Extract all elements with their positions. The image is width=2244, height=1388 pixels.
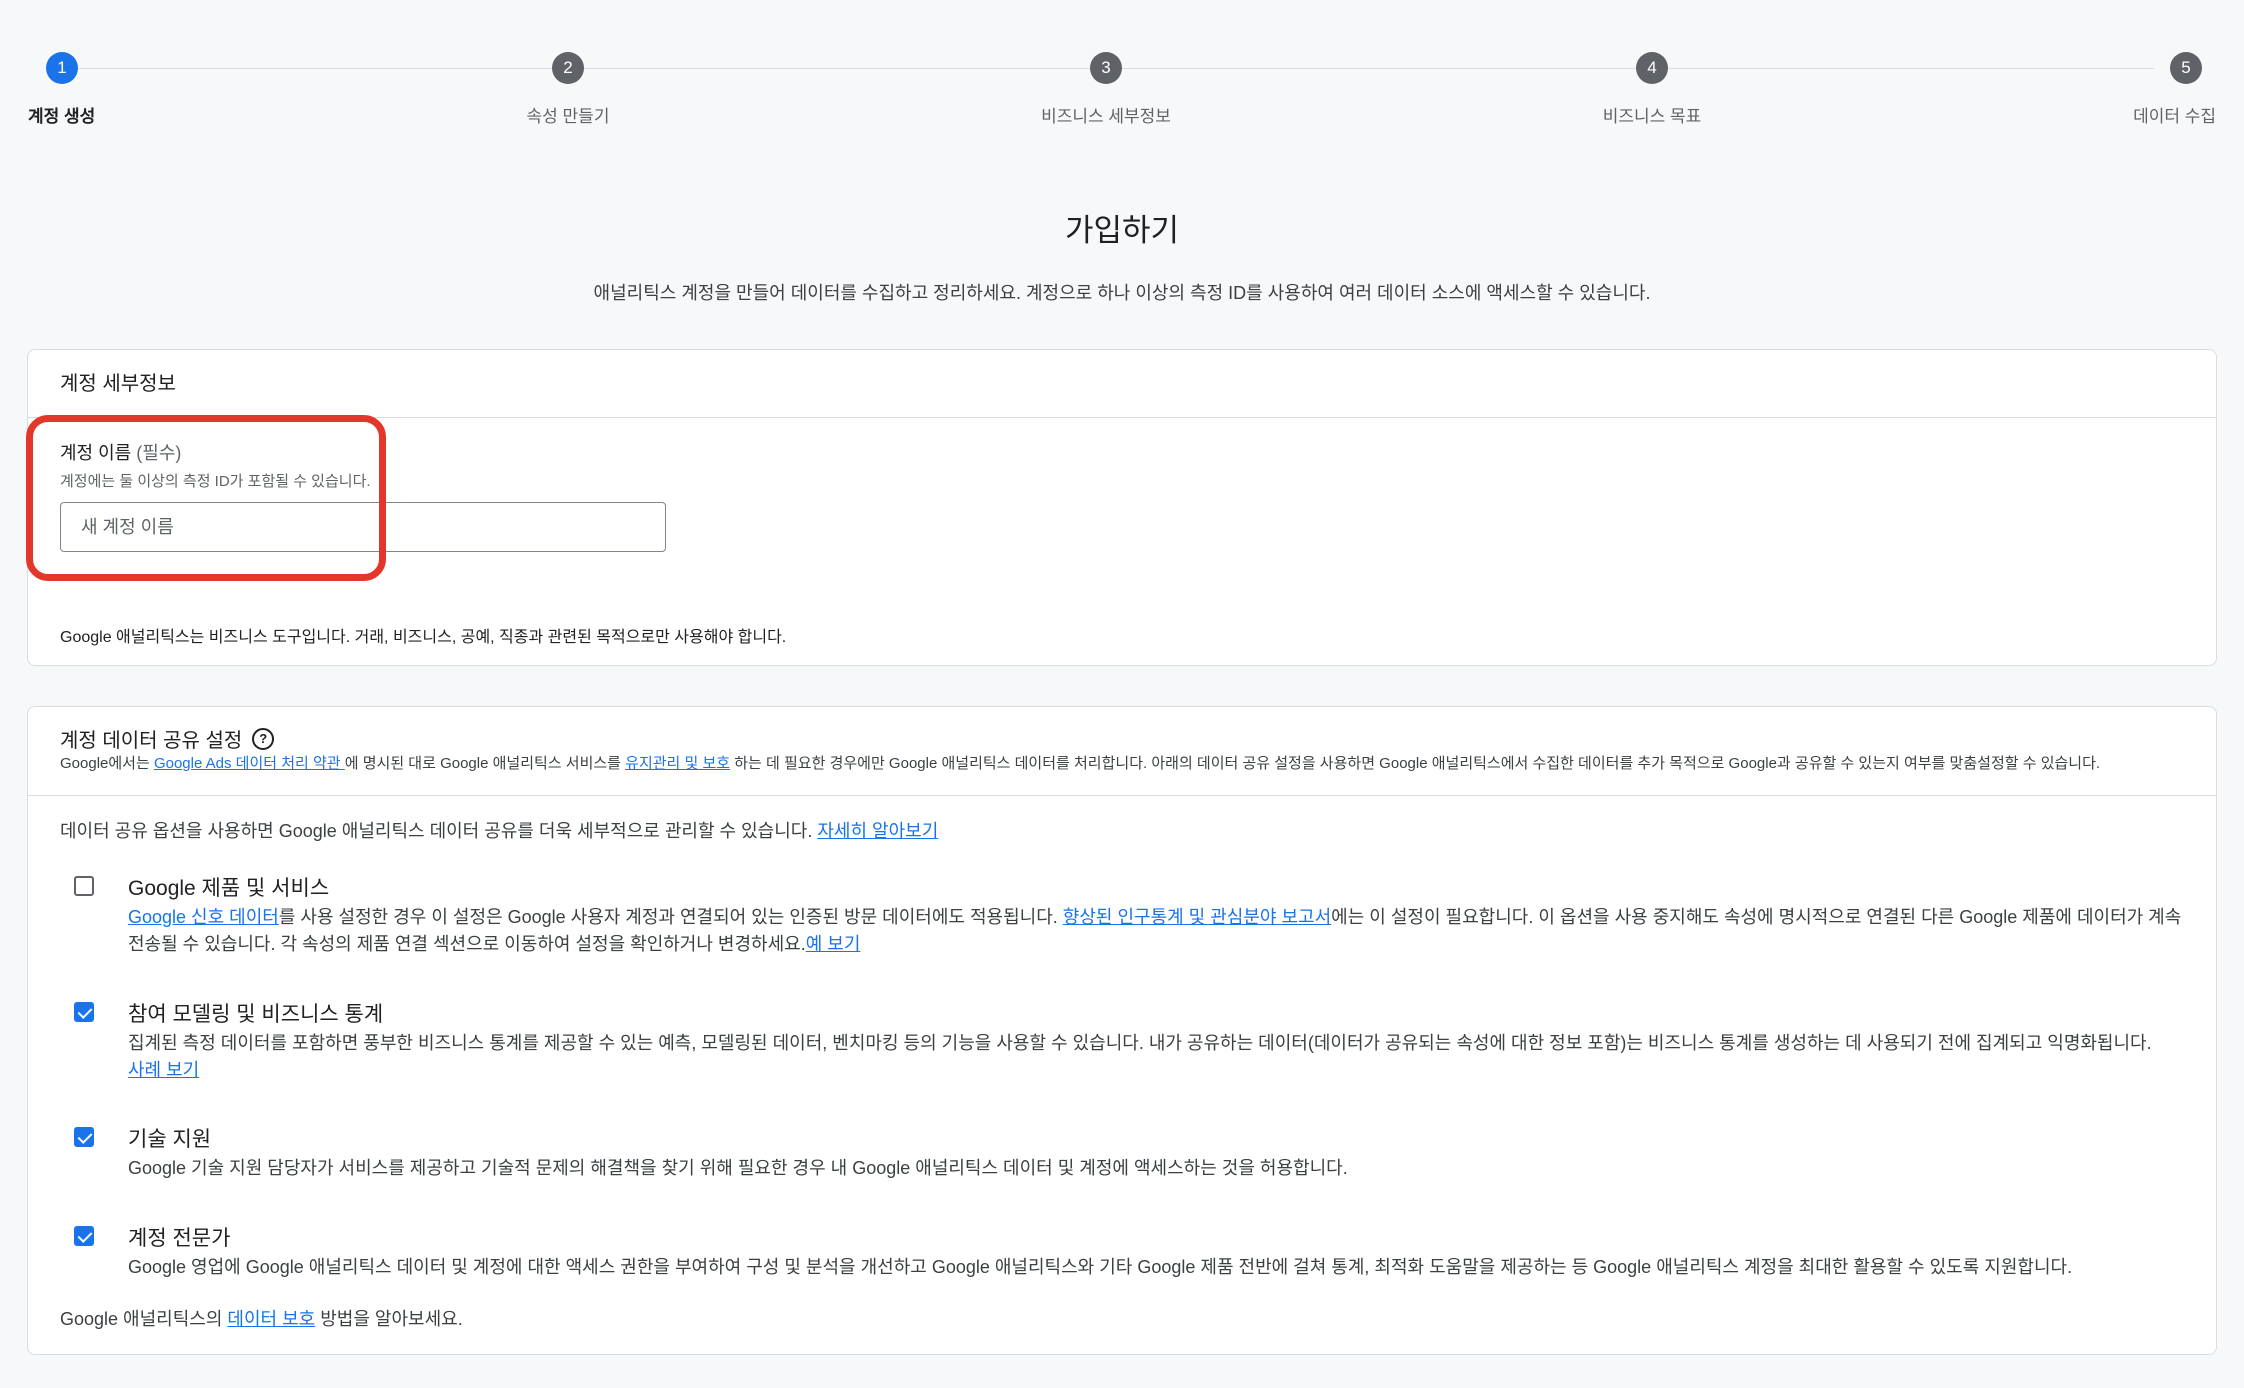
step-business-details[interactable]: 3 비즈니스 세부정보 <box>986 52 1226 127</box>
account-specialists-checkbox[interactable] <box>74 1226 94 1246</box>
option-title: Google 제품 및 서비스 <box>128 877 330 900</box>
data-protection-footer: Google 애널리틱스의 데이터 보호 방법을 알아보세요. <box>60 1305 463 1331</box>
option-title: 계정 전문가 <box>128 1227 231 1250</box>
data-sharing-description: Google에서는 Google Ads 데이터 처리 약관 에 명시된 대로 … <box>60 752 2200 773</box>
learn-more-link[interactable]: 자세히 알아보기 <box>817 821 938 841</box>
see-example-link[interactable]: 예 보기 <box>806 934 861 954</box>
desc-text: Google에서는 <box>60 755 154 772</box>
step-business-objectives[interactable]: 4 비즈니스 목표 <box>1532 52 1772 127</box>
account-name-label-text: 계정 이름 <box>60 443 132 463</box>
account-name-label: 계정 이름 (필수) <box>60 439 181 465</box>
data-sharing-title: 계정 데이터 공유 설정 <box>60 730 243 752</box>
desc-text: 집계된 측정 데이터를 포함하면 풍부한 비즈니스 통계를 제공할 수 있는 예… <box>128 1033 2152 1053</box>
technical-support-checkbox[interactable] <box>74 1127 94 1147</box>
google-signals-link[interactable]: Google 신호 데이터 <box>128 907 279 927</box>
account-details-card: 계정 세부정보 계정 이름 (필수) 계정에는 둘 이상의 측정 ID가 포함될… <box>26 349 2217 666</box>
step-label: 데이터 수집 <box>2133 107 2216 126</box>
desc-text: 에 명시된 대로 Google 애널리틱스 서비스를 <box>344 755 626 772</box>
data-sharing-card: 계정 데이터 공유 설정 ? Google에서는 Google Ads 데이터 … <box>27 706 2217 1355</box>
intro-text: 데이터 공유 옵션을 사용하면 Google 애널리틱스 데이터 공유를 더욱 … <box>60 821 818 841</box>
step-label: 비즈니스 목표 <box>1602 107 1702 126</box>
step-create-property[interactable]: 2 속성 만들기 <box>448 52 688 127</box>
account-name-hint: 계정에는 둘 이상의 측정 ID가 포함될 수 있습니다. <box>60 473 371 490</box>
desc-text: 를 사용 설정한 경우 이 설정은 Google 사용자 계정과 연결되어 있는… <box>278 907 1063 927</box>
step-create-account[interactable]: 1 계정 생성 <box>28 52 95 127</box>
option-description: Google 기술 지원 담당자가 서비스를 제공하고 기술적 문제의 해결책을… <box>128 1158 1348 1178</box>
modeling-insights-checkbox[interactable] <box>74 1002 94 1022</box>
step-data-collection[interactable]: 5 데이터 수집 <box>2133 52 2216 127</box>
step-number: 3 <box>1090 52 1122 84</box>
page-title: 가입하기 <box>1064 213 1180 248</box>
setup-stepper: 1 계정 생성 2 속성 만들기 3 비즈니스 세부정보 4 비즈니스 목표 5… <box>0 0 2244 140</box>
option-title: 참여 모델링 및 비즈니스 통계 <box>128 1003 384 1026</box>
data-protection-link[interactable]: 데이터 보호 <box>227 1309 315 1329</box>
data-sharing-intro: 데이터 공유 옵션을 사용하면 Google 애널리틱스 데이터 공유를 더욱 … <box>60 817 938 843</box>
option-description: Google 영업에 Google 애널리틱스 데이터 및 계정에 대한 액세스… <box>128 1257 2073 1277</box>
account-details-title: 계정 세부정보 <box>60 373 176 395</box>
business-use-note: Google 애널리틱스는 비즈니스 도구입니다. 거래, 비즈니스, 공예, … <box>60 629 787 646</box>
step-label: 비즈니스 세부정보 <box>1041 107 1171 126</box>
step-number: 5 <box>2170 52 2202 84</box>
google-products-checkbox[interactable] <box>74 876 94 896</box>
step-number: 4 <box>1636 52 1668 84</box>
option-description: Google 신호 데이터를 사용 설정한 경우 이 설정은 Google 사용… <box>128 904 2194 958</box>
required-indicator: (필수) <box>136 443 182 463</box>
maintain-protect-link[interactable]: 유지관리 및 보호 <box>625 755 730 772</box>
data-sharing-title-row: 계정 데이터 공유 설정 ? <box>60 724 275 753</box>
see-cases-link[interactable]: 사례 보기 <box>128 1060 199 1080</box>
card-header: 계정 세부정보 <box>28 350 2216 418</box>
footer-text: 방법을 알아보세요. <box>315 1309 463 1329</box>
enhanced-demographics-link[interactable]: 향상된 인구통계 및 관심분야 보고서 <box>1063 907 1331 927</box>
card-header: 계정 데이터 공유 설정 ? Google에서는 Google Ads 데이터 … <box>28 707 2216 796</box>
desc-text: 하는 데 필요한 경우에만 Google 애널리틱스 데이터를 처리합니다. 아… <box>730 755 2101 772</box>
ads-data-terms-link[interactable]: Google Ads 데이터 처리 약관 <box>154 755 345 772</box>
page-description: 애널리틱스 계정을 만들어 데이터를 수집하고 정리하세요. 계정으로 하나 이… <box>593 283 1651 303</box>
option-title: 기술 지원 <box>128 1128 212 1151</box>
step-number: 1 <box>46 52 78 84</box>
help-icon[interactable]: ? <box>252 727 275 750</box>
option-description: 집계된 측정 데이터를 포함하면 풍부한 비즈니스 통계를 제공할 수 있는 예… <box>128 1030 2194 1084</box>
step-label: 속성 만들기 <box>526 107 610 126</box>
account-name-input[interactable] <box>60 502 666 552</box>
footer-text: Google 애널리틱스의 <box>60 1309 228 1329</box>
step-label: 계정 생성 <box>28 107 96 126</box>
step-number: 2 <box>552 52 584 84</box>
